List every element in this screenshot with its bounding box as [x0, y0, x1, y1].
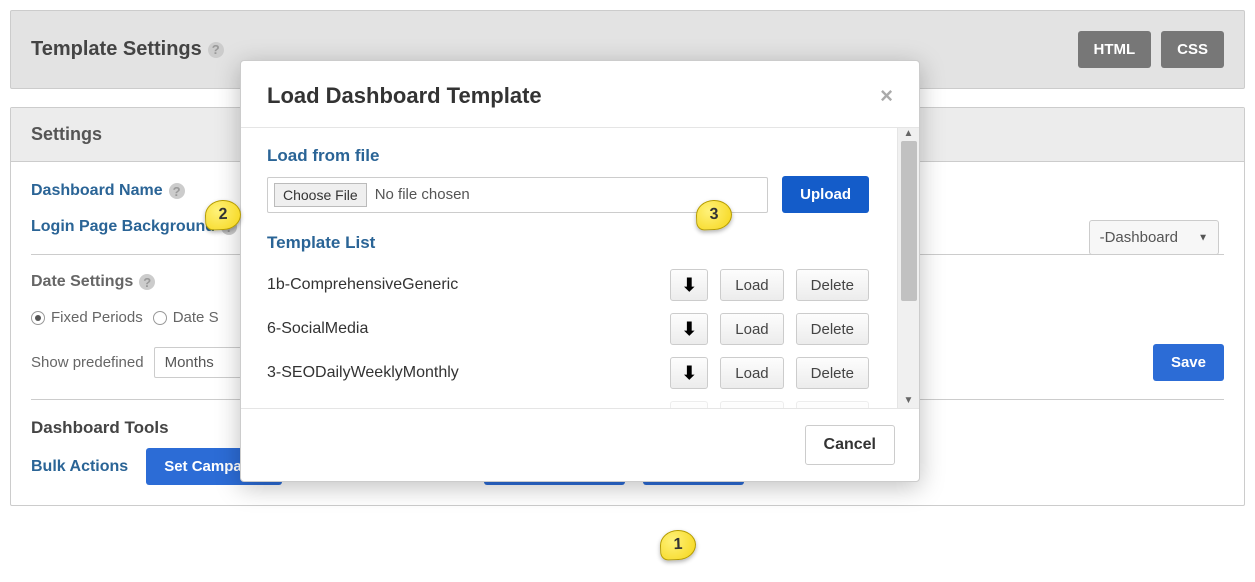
download-icon[interactable]: ⬇: [670, 269, 708, 301]
date-radio[interactable]: [153, 311, 167, 325]
scrollbar-thumb[interactable]: [901, 141, 917, 301]
delete-button[interactable]: Delete: [796, 401, 869, 408]
bulk-actions-label: Bulk Actions: [31, 458, 128, 476]
fixed-periods-label: Fixed Periods: [51, 309, 143, 326]
file-input[interactable]: Choose File No file chosen: [267, 177, 768, 213]
load-from-file-title: Load from file: [267, 146, 893, 166]
annotation-callout-1: 1: [659, 529, 696, 560]
login-page-background-label: Login Page Background: [31, 218, 215, 236]
template-name: 6-SocialMedia: [267, 320, 670, 338]
download-icon[interactable]: ⬇: [670, 357, 708, 389]
save-button[interactable]: Save: [1153, 344, 1224, 381]
delete-button[interactable]: Delete: [796, 269, 869, 301]
template-row: 3-SEODailyWeeklyMonthly ⬇ Load Delete: [267, 351, 893, 395]
html-button[interactable]: HTML: [1078, 31, 1152, 68]
delete-button[interactable]: Delete: [796, 313, 869, 345]
upload-button[interactable]: Upload: [782, 176, 869, 213]
scrollbar-down-icon[interactable]: ▼: [898, 395, 919, 406]
cancel-button[interactable]: Cancel: [805, 425, 895, 465]
template-row: 6-SocialMedia ⬇ Load Delete: [267, 307, 893, 351]
scrollbar[interactable]: ▲ ▼: [897, 128, 919, 408]
template-name: 3-SEODailyWeeklyMonthly: [267, 364, 670, 382]
help-icon[interactable]: ?: [208, 42, 224, 58]
help-icon[interactable]: ?: [139, 274, 155, 290]
date-radio-label: Date S: [173, 309, 219, 326]
load-button[interactable]: Load: [720, 401, 783, 408]
chevron-down-icon: ▼: [1198, 232, 1208, 243]
show-predefined-label: Show predefined: [31, 354, 144, 371]
dashboard-name-label: Dashboard Name: [31, 182, 163, 200]
predefined-select[interactable]: Months: [154, 347, 243, 378]
delete-button[interactable]: Delete: [796, 357, 869, 389]
fixed-periods-radio[interactable]: [31, 311, 45, 325]
date-settings-label: Date Settings: [31, 273, 133, 291]
template-list-title: Template List: [267, 233, 893, 253]
load-button[interactable]: Load: [720, 269, 783, 301]
css-button[interactable]: CSS: [1161, 31, 1224, 68]
download-icon[interactable]: ⬇: [670, 401, 708, 408]
template-row: 1a Comprehensive Black ⬇ Load Delete: [267, 395, 893, 408]
no-file-chosen-label: No file chosen: [375, 186, 470, 203]
template-name: 1b-ComprehensiveGeneric: [267, 276, 670, 294]
load-template-modal: Load Dashboard Template × Load from file…: [240, 60, 920, 482]
close-icon[interactable]: ×: [880, 83, 893, 109]
page-title: Template Settings: [31, 38, 202, 61]
choose-file-button[interactable]: Choose File: [274, 183, 367, 207]
help-icon[interactable]: ?: [169, 183, 185, 199]
load-button[interactable]: Load: [720, 357, 783, 389]
download-icon[interactable]: ⬇: [670, 313, 708, 345]
scrollbar-up-icon[interactable]: ▲: [898, 128, 919, 139]
modal-title: Load Dashboard Template: [267, 83, 542, 109]
dashboard-select[interactable]: -Dashboard ▼: [1089, 220, 1219, 255]
load-button[interactable]: Load: [720, 313, 783, 345]
template-row: 1b-ComprehensiveGeneric ⬇ Load Delete: [267, 263, 893, 307]
